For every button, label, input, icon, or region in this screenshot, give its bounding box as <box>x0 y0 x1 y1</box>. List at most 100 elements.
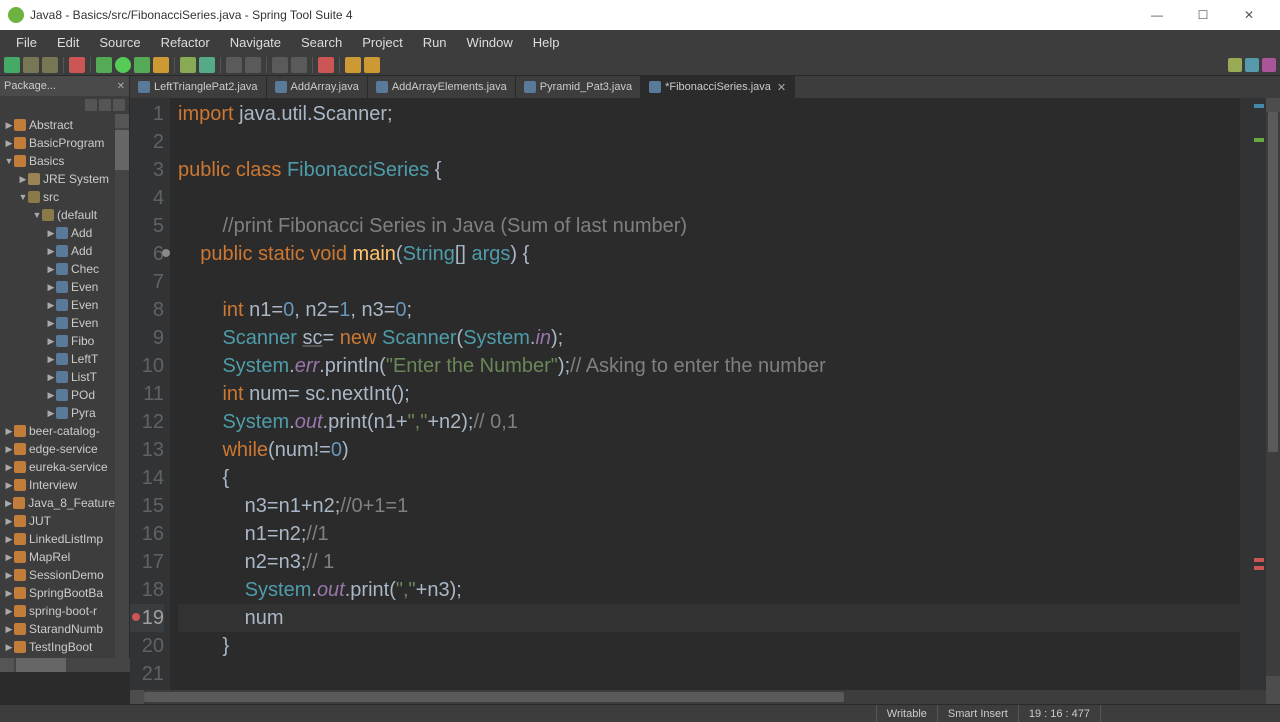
tree-item[interactable]: ▶Even <box>0 314 115 332</box>
twisty-icon[interactable]: ▼ <box>18 192 28 202</box>
line-number[interactable]: 4 <box>130 184 164 212</box>
menu-source[interactable]: Source <box>89 32 150 53</box>
menu-refactor[interactable]: Refactor <box>151 32 220 53</box>
overview-ruler[interactable] <box>1240 98 1266 690</box>
tree-item[interactable]: ▶LinkedListImp <box>0 530 115 548</box>
code-line[interactable]: int num= sc.nextInt(); <box>178 380 1240 408</box>
tree-item[interactable]: ▼(default <box>0 206 115 224</box>
tree-item[interactable]: ▶Add <box>0 224 115 242</box>
line-number-gutter[interactable]: 123456789101112131415161718192021 <box>130 98 170 690</box>
twisty-icon[interactable]: ▶ <box>46 300 56 311</box>
line-number[interactable]: 2 <box>130 128 164 156</box>
code-editor[interactable]: import java.util.Scanner;public class Fi… <box>170 98 1240 690</box>
stop-icon[interactable] <box>69 57 85 73</box>
tree-item[interactable]: ▶Add <box>0 242 115 260</box>
back-icon[interactable] <box>345 57 361 73</box>
line-number[interactable]: 14 <box>130 464 164 492</box>
code-line[interactable]: num <box>178 604 1240 632</box>
scroll-right-icon[interactable] <box>1266 690 1280 704</box>
code-line[interactable]: while(num!=0) <box>178 436 1240 464</box>
toggle-icon[interactable] <box>291 57 307 73</box>
twisty-icon[interactable]: ▶ <box>46 390 56 401</box>
maximize-button[interactable]: ☐ <box>1180 0 1226 30</box>
scroll-thumb[interactable] <box>16 658 66 672</box>
editor-tab[interactable]: AddArrayElements.java <box>368 76 516 98</box>
code-line[interactable] <box>178 268 1240 296</box>
twisty-icon[interactable]: ▶ <box>46 246 56 257</box>
editor-tab[interactable]: AddArray.java <box>267 76 368 98</box>
toggle-icon[interactable] <box>272 57 288 73</box>
save-icon[interactable] <box>23 57 39 73</box>
run-icon[interactable] <box>115 57 131 73</box>
code-line[interactable] <box>178 128 1240 156</box>
tree-item[interactable]: ▶SpringBootBa <box>0 584 115 602</box>
twisty-icon[interactable]: ▶ <box>4 480 14 491</box>
code-line[interactable]: System.out.print(n1+","+n2);// 0,1 <box>178 408 1240 436</box>
line-number[interactable]: 1 <box>130 100 164 128</box>
tree-item[interactable]: ▶BasicProgram <box>0 134 115 152</box>
twisty-icon[interactable]: ▶ <box>46 282 56 293</box>
menu-edit[interactable]: Edit <box>47 32 89 53</box>
perspective-debug-icon[interactable] <box>1262 58 1276 72</box>
open-type-icon[interactable] <box>226 57 242 73</box>
project-tree[interactable]: ▶Abstract▶BasicProgram▼Basics▶JRE System… <box>0 114 115 658</box>
tree-item[interactable]: ▶TestIngBoot <box>0 638 115 656</box>
new-package-icon[interactable] <box>180 57 196 73</box>
twisty-icon[interactable]: ▶ <box>4 606 14 617</box>
line-number[interactable]: 13 <box>130 436 164 464</box>
link-editor-icon[interactable] <box>99 99 111 111</box>
save-all-icon[interactable] <box>42 57 58 73</box>
line-number[interactable]: 15 <box>130 492 164 520</box>
scroll-thumb[interactable] <box>1268 112 1278 452</box>
code-line[interactable]: public class FibonacciSeries { <box>178 156 1240 184</box>
line-number[interactable]: 12 <box>130 408 164 436</box>
twisty-icon[interactable]: ▶ <box>46 228 56 239</box>
code-line[interactable]: //print Fibonacci Series in Java (Sum of… <box>178 212 1240 240</box>
twisty-icon[interactable]: ▶ <box>4 444 14 455</box>
line-number[interactable]: 10 <box>130 352 164 380</box>
twisty-icon[interactable]: ▶ <box>46 318 56 329</box>
code-line[interactable]: int n1=0, n2=1, n3=0; <box>178 296 1240 324</box>
tree-item[interactable]: ▶beer-catalog- <box>0 422 115 440</box>
menu-help[interactable]: Help <box>523 32 570 53</box>
close-button[interactable]: ✕ <box>1226 0 1272 30</box>
menu-project[interactable]: Project <box>352 32 412 53</box>
twisty-icon[interactable]: ▶ <box>4 426 14 437</box>
new-class-icon[interactable] <box>199 57 215 73</box>
code-line[interactable]: System.err.println("Enter the Number");/… <box>178 352 1240 380</box>
line-number[interactable]: 21 <box>130 660 164 688</box>
perspective-icon[interactable] <box>1228 58 1242 72</box>
twisty-icon[interactable]: ▶ <box>46 264 56 275</box>
pin-icon[interactable] <box>318 57 334 73</box>
scroll-down-icon[interactable] <box>1266 676 1280 690</box>
tree-item[interactable]: ▶Abstract <box>0 116 115 134</box>
view-close-icon[interactable]: ✕ <box>117 81 125 92</box>
editor-tab[interactable]: LeftTrianglePat2.java <box>130 76 267 98</box>
code-line[interactable]: } <box>178 632 1240 660</box>
tree-item[interactable]: ▶SessionDemo <box>0 566 115 584</box>
coverage-icon[interactable] <box>134 57 150 73</box>
minimize-button[interactable]: — <box>1134 0 1180 30</box>
code-line[interactable]: Scanner sc= new Scanner(System.in); <box>178 324 1240 352</box>
editor-vscroll[interactable] <box>1266 98 1280 690</box>
code-line[interactable]: n2=n3;// 1 <box>178 548 1240 576</box>
search-icon[interactable] <box>245 57 261 73</box>
tree-item[interactable]: ▶JUT <box>0 512 115 530</box>
editor-tab[interactable]: Pyramid_Pat3.java <box>516 76 641 98</box>
twisty-icon[interactable]: ▶ <box>46 354 56 365</box>
tree-item[interactable]: ▶edge-service <box>0 440 115 458</box>
line-number[interactable]: 9 <box>130 324 164 352</box>
tree-item[interactable]: ▶Java_8_Feature <box>0 494 115 512</box>
twisty-icon[interactable]: ▶ <box>18 174 28 185</box>
twisty-icon[interactable]: ▶ <box>46 408 56 419</box>
twisty-icon[interactable]: ▼ <box>4 156 14 166</box>
tree-item[interactable]: ▶JRE System <box>0 170 115 188</box>
run-last-icon[interactable] <box>153 57 169 73</box>
scroll-up-icon[interactable] <box>115 114 129 128</box>
code-line[interactable]: public static void main(String[] args) { <box>178 240 1240 268</box>
new-icon[interactable] <box>4 57 20 73</box>
menu-navigate[interactable]: Navigate <box>220 32 291 53</box>
tree-item[interactable]: ▶ListT <box>0 368 115 386</box>
tree-item[interactable]: ▼src <box>0 188 115 206</box>
tree-item[interactable]: ▶eureka-service <box>0 458 115 476</box>
